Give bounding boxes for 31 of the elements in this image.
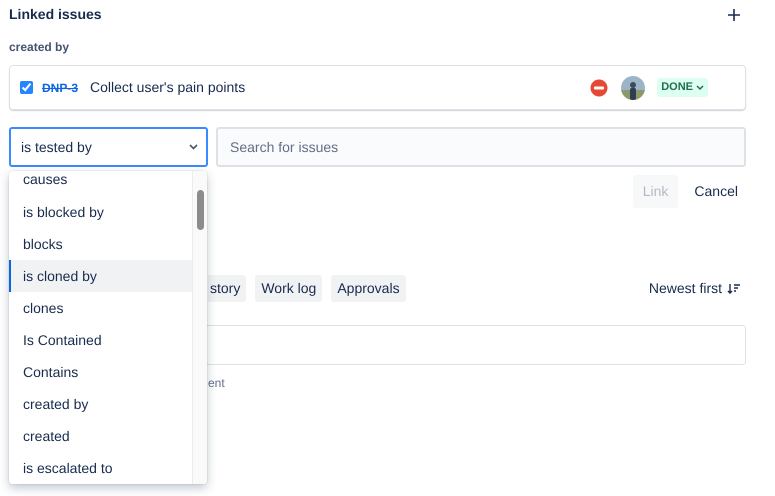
activity-tab[interactable]: Approvals <box>331 275 406 302</box>
cancel-button[interactable]: Cancel <box>684 175 748 208</box>
chevron-icon <box>696 84 704 90</box>
sort-icon <box>727 283 740 294</box>
activity-tab[interactable]: Work log <box>255 275 322 302</box>
dropdown-option[interactable]: is cloned by <box>9 260 192 292</box>
issue-key-link[interactable]: DNP-3 <box>42 78 90 96</box>
activity-tab[interactable]: story <box>208 275 246 302</box>
group-label: created by <box>9 39 70 56</box>
comment-hint: ent <box>208 375 226 392</box>
dropdown-option[interactable]: clones <box>9 292 192 324</box>
avatar <box>621 76 646 100</box>
chevron-icon <box>189 144 198 150</box>
dropdown-option[interactable]: created by <box>9 388 192 420</box>
dropdown-option[interactable]: Contains <box>9 356 192 388</box>
add-icon[interactable] <box>727 8 741 22</box>
sort-button[interactable]: Newest first <box>642 277 746 300</box>
dropdown-option[interactable]: created <box>9 420 192 452</box>
dropdown-option[interactable]: is blocked by <box>9 196 192 228</box>
status-lozenge[interactable]: DONE <box>657 78 708 97</box>
dropdown-option[interactable]: is escalated to <box>9 452 192 484</box>
dropdown-option[interactable]: blocks <box>9 228 192 260</box>
scrollbar-thumb[interactable] <box>197 190 204 230</box>
issue-summary: Collect user's pain points <box>90 78 246 97</box>
issue-checkbox[interactable] <box>20 81 33 94</box>
dropdown-option[interactable]: causes <box>9 171 192 196</box>
search-field[interactable]: Search for issues <box>216 127 746 167</box>
dropdown-option[interactable]: Is Contained <box>9 324 192 356</box>
section-title: Linked issues <box>9 5 102 24</box>
link-type-select[interactable]: is tested by <box>9 127 208 167</box>
blocker-icon <box>590 78 608 96</box>
